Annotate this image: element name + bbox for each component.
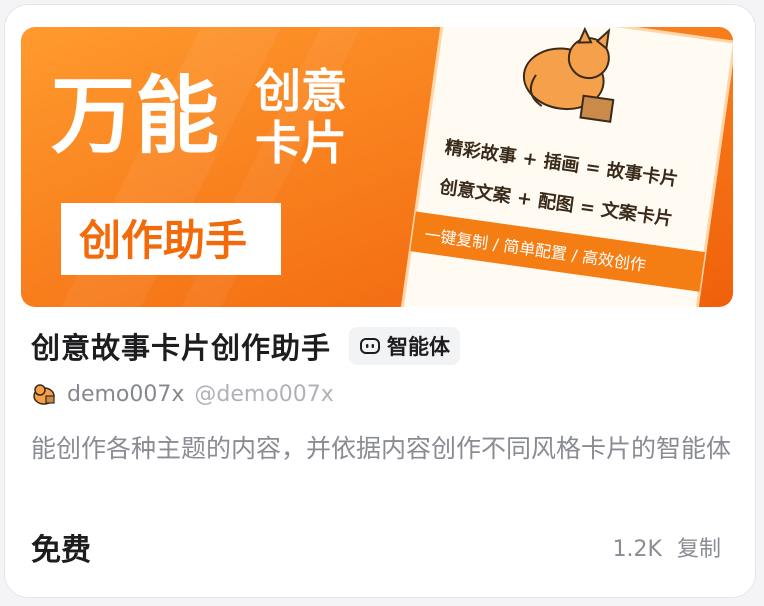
headline-line2: 卡片 xyxy=(255,116,347,170)
price-label: 免费 xyxy=(31,533,91,568)
agent-card[interactable]: 万能 创意 卡片 创作助手 精彩故事 + 插画 = 故事卡片 创意文案 + 配图… xyxy=(4,4,756,598)
author-handle: @demo007x xyxy=(194,381,334,407)
agent-description: 能创作各种主题的内容，并依据内容创作不同风格卡片的智能体 xyxy=(31,434,732,463)
cover-image: 万能 创意 卡片 创作助手 精彩故事 + 插画 = 故事卡片 创意文案 + 配图… xyxy=(21,27,733,307)
avatar xyxy=(33,384,55,405)
headline-line1: 创意 xyxy=(255,64,347,118)
usage-stats: 1.2K 复制 xyxy=(613,531,721,563)
title-row: 创意故事卡片创作助手 智能体 xyxy=(31,323,461,369)
subtitle-text: 创作助手 xyxy=(79,216,247,265)
headline-big: 万能 xyxy=(51,67,219,165)
copy-label: 复制 xyxy=(676,537,721,562)
author-row[interactable]: demo007x @demo007x xyxy=(31,377,334,411)
agent-title: 创意故事卡片创作助手 xyxy=(31,331,332,365)
badge-label: 智能体 xyxy=(387,335,451,359)
bot-face-icon xyxy=(360,338,381,354)
agent-type-badge: 智能体 xyxy=(349,327,461,365)
phone-card: 精彩故事 + 插画 = 故事卡片 创意文案 + 配图 = 文案卡片 一键复制 /… xyxy=(400,27,733,307)
author-name: demo007x xyxy=(67,381,185,407)
cover-banner: 万能 创意 卡片 创作助手 精彩故事 + 插画 = 故事卡片 创意文案 + 配图… xyxy=(21,27,733,307)
usage-count: 1.2K xyxy=(612,537,662,562)
